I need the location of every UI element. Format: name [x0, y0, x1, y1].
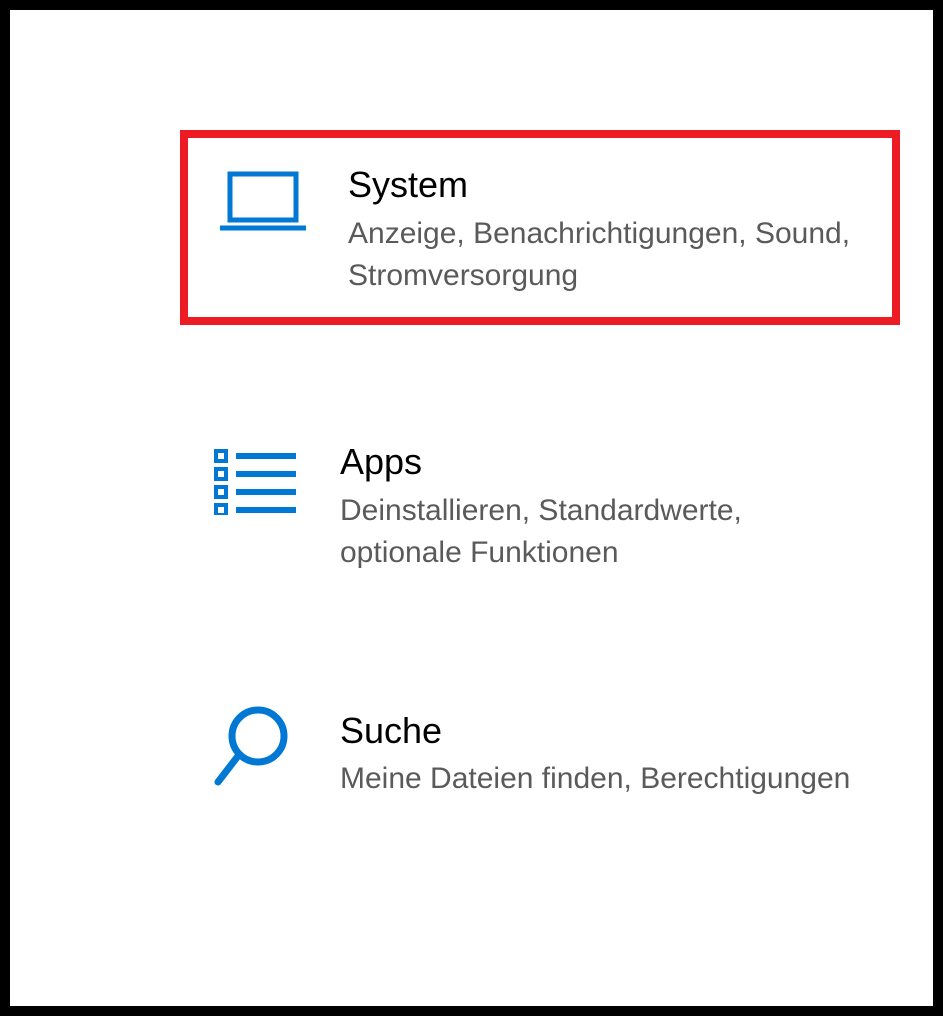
tile-title: Suche — [340, 708, 850, 755]
laptop-icon — [218, 158, 308, 248]
tile-description: Meine Dateien finden, Berechtigungen — [340, 758, 850, 800]
tile-text-search: Suche Meine Dateien finden, Berechtigung… — [340, 704, 850, 801]
search-icon — [210, 704, 300, 794]
tile-description: Anzeige, Benachrichtigungen, Sound, Stro… — [348, 213, 862, 297]
tile-text-system: System Anzeige, Benachrichtigungen, Soun… — [348, 158, 862, 297]
tile-text-apps: Apps Deinstallieren, Standardwerte, opti… — [340, 435, 870, 574]
settings-tile-system[interactable]: System Anzeige, Benachrichtigungen, Soun… — [180, 130, 900, 325]
settings-tiles-container: System Anzeige, Benachrichtigungen, Soun… — [50, 70, 893, 820]
tile-title: System — [348, 162, 862, 209]
tile-description: Deinstallieren, Standardwerte, optionale… — [340, 490, 870, 574]
settings-tile-apps[interactable]: Apps Deinstallieren, Standardwerte, opti… — [180, 415, 900, 594]
list-icon — [210, 435, 300, 525]
settings-tile-search[interactable]: Suche Meine Dateien finden, Berechtigung… — [180, 684, 900, 821]
tile-title: Apps — [340, 439, 870, 486]
